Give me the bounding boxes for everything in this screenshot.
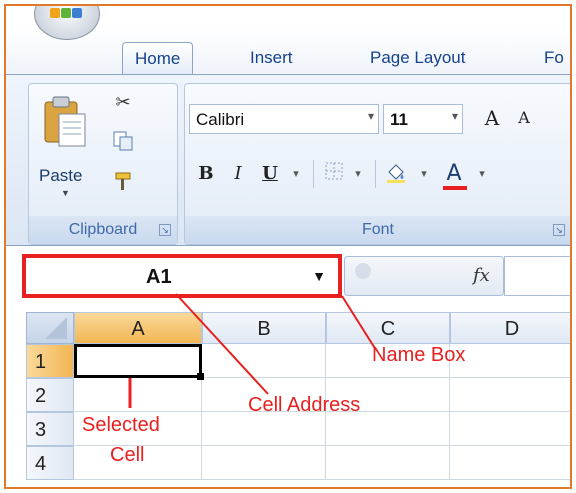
font-color-label: A	[446, 161, 462, 186]
font-color-swatch	[443, 186, 467, 190]
name-box[interactable]: A1 ▼	[22, 254, 342, 298]
cell[interactable]	[202, 344, 326, 378]
cell[interactable]	[326, 412, 450, 446]
copy-icon[interactable]	[111, 130, 135, 154]
cell[interactable]	[326, 446, 450, 480]
ribbon: Paste ▼ ✂ Clipboard ↘ Calibri ▾ 11 ▾ A A…	[6, 74, 570, 246]
annotation-selected-line2: Cell	[110, 444, 145, 466]
grow-font-button[interactable]: A	[479, 104, 505, 132]
tab-home[interactable]: Home	[122, 42, 194, 76]
chevron-down-icon: ▾	[451, 109, 458, 123]
font-size-dropdown[interactable]: 11 ▾	[383, 104, 463, 134]
cell[interactable]	[202, 446, 326, 480]
tab-page-layout[interactable]: Page Layout	[358, 42, 477, 76]
shrink-font-label: A	[518, 108, 530, 127]
office-logo-icon	[50, 8, 84, 30]
column-header-a[interactable]: A	[74, 312, 202, 344]
font-dialog-launcher-icon[interactable]: ↘	[553, 224, 565, 236]
italic-button[interactable]: I	[225, 160, 251, 188]
chevron-down-icon: ▾	[367, 109, 374, 123]
formula-controls: fx	[344, 256, 504, 296]
chevron-down-icon[interactable]: ▾	[411, 160, 437, 188]
ribbon-tab-bar: Home Insert Page Layout Fo	[6, 28, 570, 76]
clipboard-group: Paste ▼ ✂ Clipboard ↘	[28, 83, 178, 245]
name-box-value: A1	[146, 266, 172, 288]
fill-handle[interactable]	[197, 373, 204, 380]
annotation-name-box: Name Box	[372, 344, 466, 366]
screenshot-frame: Home Insert Page Layout Fo Paste ▼ ✂ Cli…	[4, 4, 572, 489]
cell[interactable]	[74, 378, 202, 412]
font-group: Calibri ▾ 11 ▾ A A B I U ▾ ▾ ▾ A ▾ Font …	[184, 83, 570, 245]
fill-color-icon[interactable]	[383, 160, 409, 188]
paste-label[interactable]: Paste	[39, 166, 82, 186]
column-header-d[interactable]: D	[450, 312, 570, 344]
chevron-down-icon[interactable]: ▼	[312, 268, 326, 284]
font-name-dropdown[interactable]: Calibri ▾	[189, 104, 379, 134]
row-header-3[interactable]: 3	[26, 412, 74, 446]
column-header-b[interactable]: B	[202, 312, 326, 344]
cell[interactable]	[450, 344, 570, 378]
column-header-c[interactable]: C	[326, 312, 450, 344]
font-group-label: Font	[185, 216, 570, 244]
font-size-value: 11	[390, 110, 408, 129]
cell[interactable]	[450, 378, 570, 412]
font-name-value: Calibri	[196, 110, 245, 129]
chevron-down-icon[interactable]: ▼	[61, 188, 70, 198]
font-color-button[interactable]: A	[441, 160, 467, 188]
cell[interactable]	[202, 412, 326, 446]
chevron-down-icon[interactable]: ▾	[283, 160, 309, 188]
formula-input[interactable]	[504, 256, 570, 296]
grow-font-label: A	[484, 106, 500, 130]
tab-insert[interactable]: Insert	[238, 42, 305, 76]
cell[interactable]	[450, 446, 570, 480]
format-painter-icon[interactable]	[111, 170, 135, 194]
chevron-down-icon[interactable]: ▾	[345, 160, 371, 188]
cell[interactable]	[450, 412, 570, 446]
clipboard-dialog-launcher-icon[interactable]: ↘	[159, 224, 171, 236]
insert-function-icon[interactable]: fx	[473, 265, 490, 286]
tab-formulas-partial[interactable]: Fo	[532, 42, 570, 76]
shrink-font-button[interactable]: A	[511, 104, 537, 132]
chevron-down-icon[interactable]: ▾	[469, 160, 495, 188]
borders-icon[interactable]	[321, 160, 347, 188]
annotation-selected-line1: Selected	[82, 414, 160, 436]
separator	[375, 160, 376, 188]
scissors-icon[interactable]: ✂	[111, 90, 135, 114]
row-header-2[interactable]: 2	[26, 378, 74, 412]
row-header-4[interactable]: 4	[26, 446, 74, 480]
bold-button[interactable]: B	[193, 160, 219, 188]
underline-button[interactable]: U	[257, 160, 283, 188]
clipboard-group-label: Clipboard	[29, 216, 177, 244]
separator	[313, 160, 314, 188]
formula-bar: A1 ▼ fx	[6, 246, 570, 302]
row-header-1[interactable]: 1	[26, 344, 74, 378]
select-all-corner[interactable]	[26, 312, 74, 344]
selected-cell-a1[interactable]	[74, 344, 202, 378]
annotation-cell-address: Cell Address	[248, 394, 361, 416]
circle-handle-icon	[355, 263, 371, 279]
paste-icon[interactable]	[43, 94, 87, 147]
